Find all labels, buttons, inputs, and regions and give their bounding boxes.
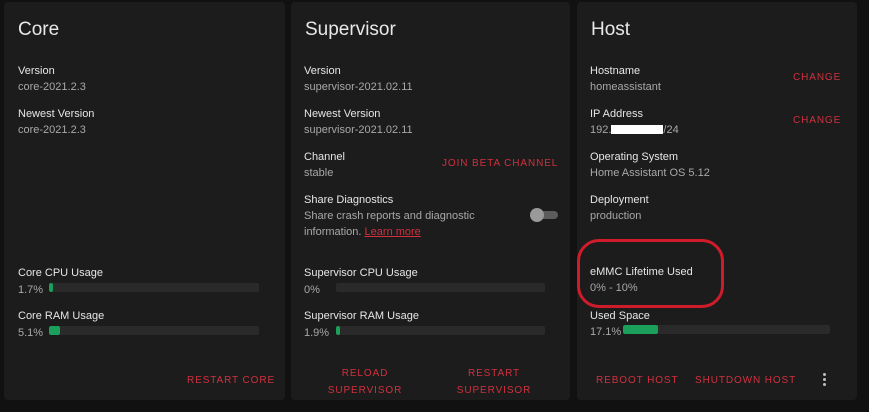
host-title: Host [591,19,631,40]
change-ip-button[interactable]: CHANGE [793,115,841,126]
deployment-label: Deployment [590,194,649,206]
supervisor-cpu-value: 0% [304,284,320,296]
core-version-label: Version [18,65,55,77]
supervisor-channel-label: Channel [304,151,345,163]
restart-supervisor-button[interactable]: RESTART SUPERVISOR [454,365,534,399]
share-diagnostics-toggle[interactable] [530,208,558,222]
more-vert-icon[interactable] [815,370,835,390]
supervisor-title: Supervisor [305,19,396,40]
core-ram-value: 5.1% [18,327,44,339]
ip-prefix: 192. [590,124,612,136]
hostname-label: Hostname [590,65,641,77]
learn-more-link[interactable]: Learn more [365,226,421,238]
share-diagnostics-label: Share Diagnostics [304,194,394,206]
core-card: Core Version core-2021.2.3 Newest Versio… [4,2,285,400]
emmc-lifetime-label: eMMC Lifetime Used [590,266,693,278]
used-space-label: Used Space [590,310,650,322]
redacted-block [611,125,664,134]
supervisor-newest-label: Newest Version [304,108,381,120]
more-dot [823,378,826,381]
share-diagnostics-description: Share crash reports and diagnostic infor… [304,208,514,240]
os-value: Home Assistant OS 5.12 [590,167,710,179]
supervisor-ram-value: 1.9% [304,327,330,339]
core-newest-label: Newest Version [18,108,95,120]
ip-address-value: 192. /24 [590,124,679,136]
restart-supervisor-line1: RESTART [467,368,521,379]
deployment-value: production [590,210,642,222]
used-space-bar-fill [623,325,659,334]
core-newest-value: core-2021.2.3 [18,124,86,136]
core-ram-bar [49,326,259,335]
system-dashboard: Core Version core-2021.2.3 Newest Versio… [0,0,869,412]
supervisor-cpu-bar [336,283,545,292]
supervisor-channel-value: stable [304,167,334,179]
emmc-lifetime-value: 0% - 10% [590,282,638,294]
hostname-value: homeassistant [590,81,661,93]
more-dot [823,383,826,386]
core-cpu-bar [49,283,259,292]
used-space-value: 17.1% [590,326,622,338]
supervisor-version-value: supervisor-2021.02.11 [304,81,413,93]
used-space-bar [623,325,830,334]
more-dot [823,373,826,376]
reload-supervisor-line1: RELOAD [341,368,389,379]
host-card: Host Hostname homeassistant CHANGE IP Ad… [577,2,857,400]
reload-supervisor-button[interactable]: RELOAD SUPERVISOR [325,365,405,399]
reload-supervisor-line2: SUPERVISOR [327,385,403,396]
ip-address-label: IP Address [590,108,643,120]
restart-supervisor-line2: SUPERVISOR [456,385,532,396]
core-cpu-bar-fill [49,283,53,292]
toggle-knob [530,208,544,222]
core-version-value: core-2021.2.3 [18,81,86,93]
core-title: Core [18,19,60,40]
os-label: Operating System [590,151,679,163]
core-ram-label: Core RAM Usage [18,310,105,322]
supervisor-cpu-label: Supervisor CPU Usage [304,267,418,279]
ip-suffix: /24 [663,124,679,136]
core-ram-bar-fill [49,326,60,335]
shutdown-host-button[interactable]: SHUTDOWN HOST [695,375,796,386]
restart-core-button[interactable]: RESTART CORE [187,375,275,386]
supervisor-card: Supervisor Version supervisor-2021.02.11… [291,2,570,400]
supervisor-ram-label: Supervisor RAM Usage [304,310,419,322]
core-cpu-label: Core CPU Usage [18,267,103,279]
supervisor-version-label: Version [304,65,341,77]
change-hostname-button[interactable]: CHANGE [793,72,841,83]
join-beta-channel-button[interactable]: JOIN BETA CHANNEL [442,158,558,169]
supervisor-ram-bar-fill [336,326,340,335]
supervisor-newest-value: supervisor-2021.02.11 [304,124,413,136]
supervisor-ram-bar [336,326,545,335]
core-cpu-value: 1.7% [18,284,44,296]
reboot-host-button[interactable]: REBOOT HOST [596,375,679,386]
